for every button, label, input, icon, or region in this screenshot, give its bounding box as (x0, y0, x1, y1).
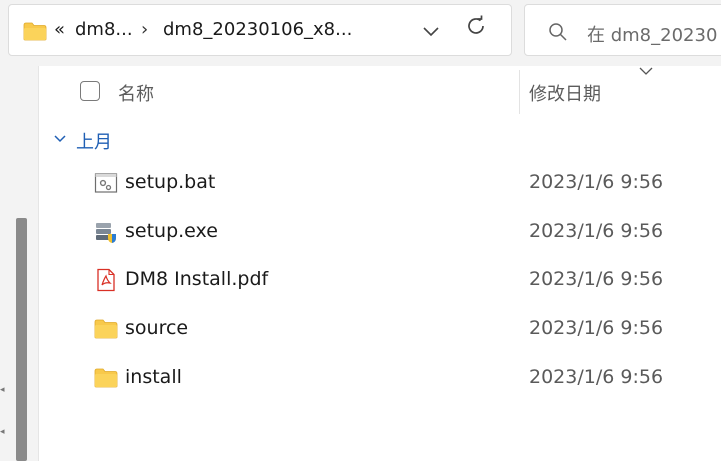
file-row-dm8-install-pdf[interactable]: DM8 Install.pdf 2023/1/6 9:56 (86, 257, 721, 303)
breadcrumb-current-folder[interactable]: dm8_20230106_x8... (163, 19, 352, 40)
chevron-down-icon[interactable] (421, 21, 441, 41)
file-row-install-folder[interactable]: install 2023/1/6 9:56 (86, 355, 721, 401)
file-row-setup-bat[interactable]: setup.bat 2023/1/6 9:56 (86, 160, 721, 206)
breadcrumb-dm8[interactable]: dm8... (75, 19, 133, 40)
search-box[interactable]: 在 dm8_20230 (524, 4, 721, 56)
batch-file-icon (94, 173, 118, 193)
file-name: setup.bat (125, 171, 216, 193)
column-header-date-modified[interactable]: 修改日期 (529, 80, 601, 106)
pdf-icon (97, 268, 115, 292)
file-date: 2023/1/6 9:56 (529, 268, 664, 290)
file-row-setup-exe[interactable]: setup.exe 2023/1/6 9:56 (86, 209, 721, 255)
group-header-last-month[interactable]: 上月 (76, 128, 112, 154)
file-name: install (125, 366, 182, 388)
column-divider[interactable] (519, 70, 520, 114)
file-name: source (125, 317, 189, 339)
address-overflow[interactable]: « (54, 19, 65, 40)
breadcrumb-separator[interactable]: › (141, 19, 148, 40)
folder-icon (23, 22, 47, 41)
column-header-name[interactable]: 名称 (118, 80, 154, 106)
file-name: setup.exe (125, 220, 218, 242)
file-date: 2023/1/6 9:56 (529, 317, 664, 339)
file-date: 2023/1/6 9:56 (529, 366, 664, 388)
search-icon (549, 23, 567, 41)
file-name: DM8 Install.pdf (125, 268, 269, 290)
folder-icon (94, 368, 118, 388)
file-row-source-folder[interactable]: source 2023/1/6 9:56 (86, 306, 721, 352)
sort-chevron-down-icon (639, 67, 653, 75)
address-bar[interactable]: « dm8... › dm8_20230106_x8... (8, 4, 512, 56)
address-toolbar: « dm8... › dm8_20230106_x8... 在 dm8_2023… (0, 0, 721, 66)
group-collapse-chevron-icon[interactable] (52, 131, 68, 147)
file-date: 2023/1/6 9:56 (529, 220, 664, 242)
installer-exe-icon (96, 223, 116, 243)
select-all-checkbox[interactable] (80, 81, 100, 101)
file-date: 2023/1/6 9:56 (529, 171, 664, 193)
search-input[interactable]: 在 dm8_20230 (587, 21, 717, 47)
folder-icon (94, 319, 118, 339)
scrollbar-thumb[interactable] (16, 218, 27, 461)
scroll-left-arrow-icon[interactable]: ◂ (0, 427, 5, 437)
scroll-left-arrow-icon[interactable]: ◂ (0, 385, 5, 395)
refresh-icon[interactable] (464, 14, 488, 38)
